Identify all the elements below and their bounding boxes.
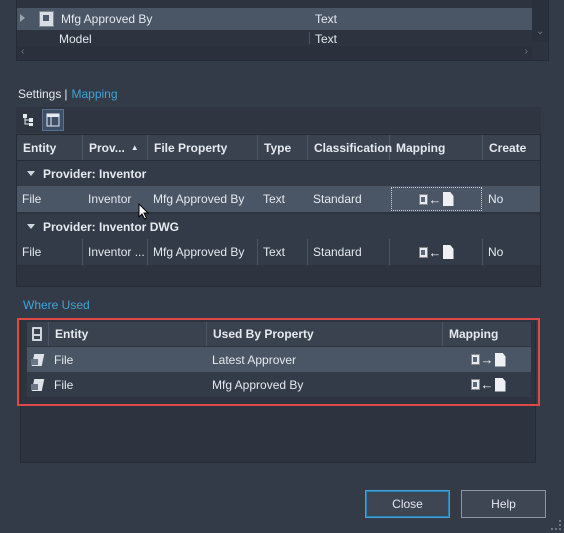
group-row-inventor-dwg[interactable]: Provider: Inventor DWG <box>17 214 540 239</box>
column-header-classification[interactable]: Classification <box>308 135 392 160</box>
group-row-inventor[interactable]: Provider: Inventor <box>17 161 540 186</box>
chevron-down-icon[interactable]: ⌄ <box>536 26 544 37</box>
table-row[interactable]: File Inventor ... Mfg Approved By Text S… <box>17 239 540 265</box>
column-header-type[interactable]: Type <box>258 135 308 160</box>
property-icon <box>39 11 54 27</box>
help-button[interactable]: Help <box>461 490 546 518</box>
cell-mapping[interactable]: ← <box>390 186 483 212</box>
close-button[interactable]: Close <box>365 490 450 518</box>
view-tabs: Settings | Mapping <box>18 86 118 102</box>
property-list: Mfg Approved By Text Model Text ⌄ ‹ › <box>16 0 549 61</box>
cell-provider: Inventor ... <box>83 239 148 265</box>
tab-mapping[interactable]: Mapping <box>71 87 117 101</box>
property-list-row[interactable]: Model Text <box>17 32 532 44</box>
collapse-icon[interactable] <box>27 171 35 176</box>
collapse-icon[interactable] <box>27 224 35 229</box>
toolbar <box>16 107 541 133</box>
mapping-file-to-property-icon: ← <box>418 192 454 206</box>
tab-separator: | <box>64 87 68 101</box>
cell-mapping[interactable]: ← <box>390 239 483 265</box>
column-header-mapping[interactable]: Mapping <box>390 135 483 160</box>
resize-grip[interactable] <box>551 520 561 530</box>
sort-ascending-icon: ▲ <box>130 143 139 152</box>
column-header-provider[interactable]: Prov... ▲ <box>83 135 148 160</box>
cell-classification: Standard <box>308 186 390 212</box>
grid-view-button[interactable] <box>42 109 64 131</box>
mapping-file-to-property-icon: ← <box>418 245 454 259</box>
mapping-grid: Entity Prov... ▲ File Property Type Clas… <box>16 134 541 287</box>
mouse-cursor-icon <box>138 203 150 220</box>
cell-type: Text <box>258 186 308 212</box>
property-type: Text <box>315 32 338 44</box>
cell-create: No <box>488 192 504 206</box>
grid-header: Entity Prov... ▲ File Property Type Clas… <box>17 135 540 161</box>
column-header-create[interactable]: Create <box>483 135 542 160</box>
row-expander-icon[interactable] <box>20 14 25 22</box>
tree-view-icon <box>23 114 33 126</box>
cell-file-property: Mfg Approved By <box>148 186 258 212</box>
table-row[interactable]: File Inventor Mfg Approved By Text Stand… <box>17 186 540 212</box>
cell-create: No <box>488 245 504 259</box>
grid-layout-icon <box>46 113 60 127</box>
where-used-title: Where Used <box>23 298 90 312</box>
cell-file-property: Mfg Approved By <box>148 239 258 265</box>
chevron-left-icon[interactable]: ‹ <box>21 46 24 57</box>
column-header-entity[interactable]: Entity <box>17 135 83 160</box>
cell-type: Text <box>258 239 308 265</box>
property-list-row[interactable]: Mfg Approved By Text <box>17 8 532 30</box>
vertical-scrollbar[interactable]: ⌄ <box>532 0 548 42</box>
horizontal-scrollbar[interactable]: ‹ › <box>17 46 532 60</box>
cell-entity: File <box>17 239 83 265</box>
tree-view-button[interactable] <box>18 109 40 131</box>
cell-classification: Standard <box>308 239 390 265</box>
chevron-right-icon[interactable]: › <box>525 46 528 57</box>
cell-entity: File <box>17 186 83 212</box>
property-name: Mfg Approved By <box>61 12 153 26</box>
property-type: Text <box>315 12 338 26</box>
property-name: Model <box>59 32 92 44</box>
column-header-file-property[interactable]: File Property <box>148 135 258 160</box>
tab-settings[interactable]: Settings <box>18 87 61 101</box>
highlight-annotation <box>17 318 540 406</box>
